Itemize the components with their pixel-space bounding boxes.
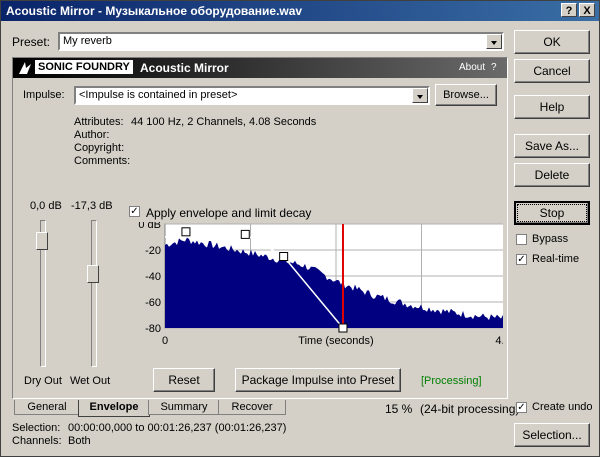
preset-label: Preset: bbox=[12, 35, 51, 49]
x-tick-label: 4.9 bbox=[495, 335, 503, 347]
brand-logo: SONIC FOUNDRY bbox=[35, 60, 133, 74]
help-title-button[interactable]: ? bbox=[561, 3, 577, 17]
dry-out-label: Dry Out bbox=[24, 375, 62, 387]
x-axis-label: Time (seconds) bbox=[298, 335, 373, 347]
envelope-handle bbox=[181, 227, 191, 237]
package-impulse-button[interactable]: Package Impulse into Preset bbox=[235, 368, 401, 392]
bit-depth-status: (24-bit processing) bbox=[420, 402, 520, 416]
dry-value: 0,0 dB bbox=[30, 200, 62, 212]
sonic-foundry-logo-icon bbox=[19, 62, 31, 74]
tab-general[interactable]: General bbox=[14, 400, 80, 415]
wet-out-label: Wet Out bbox=[70, 375, 111, 387]
apply-envelope-checkbox[interactable]: ✓ bbox=[129, 206, 140, 217]
wet-slider-thumb[interactable] bbox=[87, 264, 99, 283]
preset-combobox[interactable]: My reverb bbox=[58, 32, 504, 51]
about-link[interactable]: About bbox=[459, 62, 485, 73]
ok-button[interactable]: OK bbox=[514, 30, 590, 54]
reset-button[interactable]: Reset bbox=[153, 368, 215, 392]
preset-dropdown-arrow-icon[interactable] bbox=[486, 34, 502, 49]
preset-value: My reverb bbox=[63, 35, 112, 47]
channels-label: Channels: bbox=[12, 435, 62, 447]
selection-value: 00:00:00,000 to 00:01:26,237 (00:01:26,2… bbox=[68, 422, 287, 434]
y-tick-label: -60 bbox=[145, 297, 161, 309]
impulse-dropdown-arrow-icon[interactable] bbox=[412, 88, 428, 103]
realtime-label: Real-time bbox=[532, 253, 580, 265]
channels-value: Both bbox=[68, 435, 91, 447]
envelope-handle bbox=[240, 229, 250, 239]
create-undo-label: Create undo bbox=[532, 401, 593, 413]
bypass-checkbox[interactable] bbox=[516, 234, 527, 245]
cancel-button[interactable]: Cancel bbox=[514, 59, 590, 83]
selection-button[interactable]: Selection... bbox=[514, 423, 590, 447]
plugin-header: SONIC FOUNDRY Acoustic Mirror About ? bbox=[13, 58, 507, 78]
apply-envelope-label: Apply envelope and limit decay bbox=[146, 206, 312, 220]
browse-button[interactable]: Browse... bbox=[435, 84, 497, 106]
impulse-combobox[interactable]: <Impulse is contained in preset> bbox=[74, 86, 430, 105]
wet-slider-track[interactable] bbox=[91, 220, 97, 367]
dry-slider-thumb[interactable] bbox=[36, 231, 48, 250]
processing-status: [Processing] bbox=[421, 375, 482, 387]
create-undo-checkbox[interactable]: ✓ bbox=[516, 402, 527, 413]
realtime-checkbox[interactable]: ✓ bbox=[516, 254, 527, 265]
copyright-label: Copyright: bbox=[74, 142, 125, 154]
dialog-window: Acoustic Mirror - Музыкальное оборудован… bbox=[0, 0, 600, 457]
impulse-label: Impulse: bbox=[23, 89, 65, 101]
y-tick-label: -40 bbox=[145, 271, 161, 283]
wet-value: -17,3 dB bbox=[71, 200, 113, 212]
title-bar[interactable]: Acoustic Mirror - Музыкальное оборудован… bbox=[1, 1, 599, 21]
plugin-panel: SONIC FOUNDRY Acoustic Mirror About ? Im… bbox=[12, 57, 508, 399]
x-tick-label: 0 bbox=[162, 335, 168, 347]
delete-button[interactable]: Delete bbox=[514, 163, 590, 187]
y-tick-label: -80 bbox=[145, 323, 161, 335]
envelope-chart[interactable]: 0 dB -20 -40 -60 -800 4.9 Time (seconds) bbox=[113, 222, 503, 362]
comments-label: Comments: bbox=[74, 155, 131, 167]
tab-summary[interactable]: Summary bbox=[148, 400, 220, 415]
save-as-button[interactable]: Save As... bbox=[514, 134, 590, 158]
header-help-link[interactable]: ? bbox=[491, 62, 497, 73]
tab-recover[interactable]: Recover bbox=[218, 400, 286, 415]
selection-label: Selection: bbox=[12, 422, 61, 434]
attributes-label: Attributes: bbox=[74, 116, 124, 128]
bypass-label: Bypass bbox=[532, 233, 569, 245]
progress-percent: 15 % bbox=[385, 402, 413, 416]
envelope-handle bbox=[279, 252, 289, 261]
y-tick-label: 0 dB bbox=[138, 222, 161, 231]
author-label: Author: bbox=[74, 129, 110, 141]
envelope-handle bbox=[338, 323, 348, 333]
help-button[interactable]: Help bbox=[514, 95, 590, 119]
product-name: Acoustic Mirror bbox=[140, 61, 229, 75]
tab-envelope[interactable]: Envelope bbox=[78, 400, 150, 417]
impulse-value: <Impulse is contained in preset> bbox=[79, 89, 238, 101]
close-title-button[interactable]: X bbox=[579, 3, 595, 17]
y-tick-label: -20 bbox=[145, 245, 161, 257]
stop-button[interactable]: Stop bbox=[514, 201, 590, 225]
window-title: Acoustic Mirror - Музыкальное оборудован… bbox=[6, 4, 303, 18]
attributes-value: 44 100 Hz, 2 Channels, 4.08 Seconds bbox=[131, 116, 317, 128]
